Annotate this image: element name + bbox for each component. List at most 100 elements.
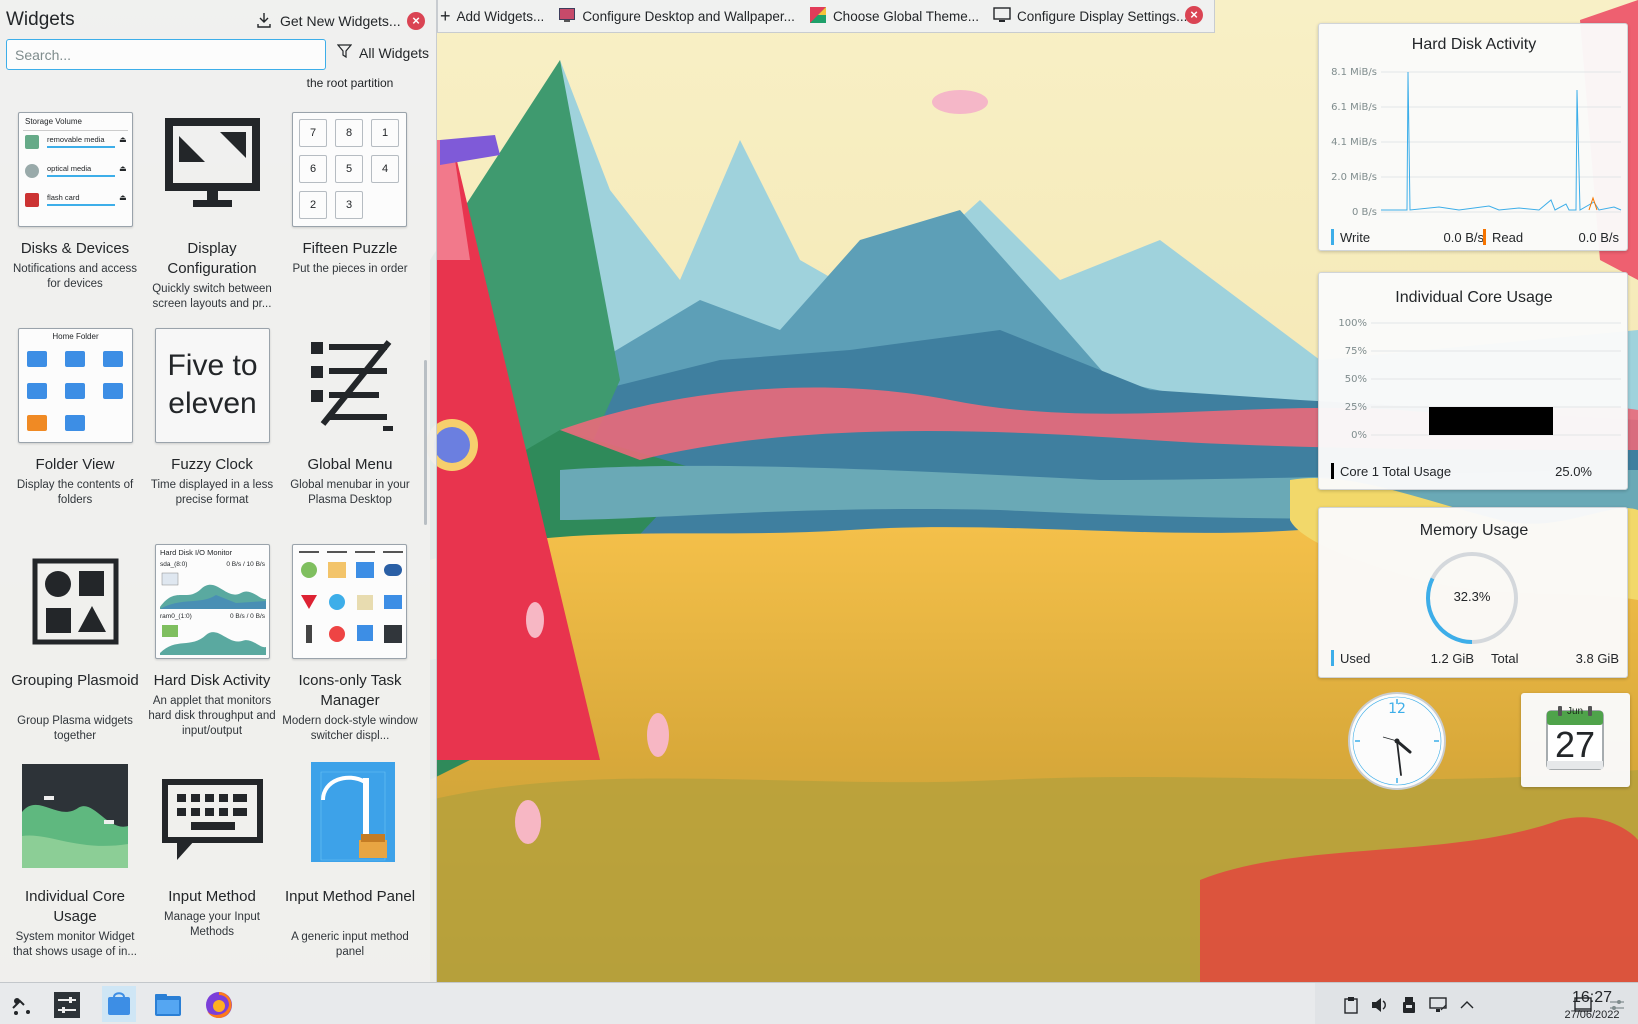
cut-off-description: the root partition: [306, 76, 394, 90]
widget-tile-icons-only-task-manager[interactable]: Icons-only Task Manager Modern dock-styl…: [281, 544, 419, 749]
widget-name: Disks & Devices: [20, 240, 130, 257]
core-usage-bar: [1429, 407, 1553, 435]
puzzle-tile: 6: [299, 155, 327, 183]
search-input[interactable]: [6, 39, 326, 70]
individual-core-usage-widget[interactable]: Individual Core Usage 100% 75% 50% 25% 0% Co…: [1318, 272, 1628, 490]
widget-name: Fuzzy Clock: [171, 456, 253, 473]
used-value: 1.2 GiB: [1430, 651, 1474, 666]
total-value: 3.8 GiB: [1575, 651, 1619, 666]
scrollbar-thumb[interactable]: [424, 360, 427, 525]
write-label: Write: [1340, 229, 1371, 245]
core-legend: Core 1 Total Usage: [1331, 463, 1451, 479]
widget-tile-fifteen-puzzle[interactable]: 781 654 23 Fifteen Puzzle Put the pieces i…: [281, 112, 419, 317]
widget-tile-folder-view[interactable]: Home Folder Folder View Display the cont…: [6, 328, 144, 533]
analog-clock-widget[interactable]: 12: [1347, 691, 1447, 791]
add-widgets-button[interactable]: + Add Widgets...: [440, 7, 544, 25]
storage-item-1: removable media: [47, 135, 105, 144]
clipboard-icon[interactable]: [1335, 989, 1367, 1021]
widget-tile-hard-disk-activity[interactable]: Hard Disk I/O Monitor sda_(8:0) 0 B/s / …: [143, 544, 281, 749]
widget-tile-fuzzy-clock[interactable]: Five to eleven Fuzzy Clock Time displaye…: [143, 328, 281, 533]
puzzle-tile: 3: [335, 191, 363, 219]
grouping-icon: [18, 544, 133, 659]
widget-desc: Quickly switch between screen layouts an…: [152, 283, 272, 310]
task-manager-thumbnail: [292, 544, 407, 659]
all-widgets-label: All Widgets: [359, 45, 430, 61]
fuzzy-text-2: eleven: [168, 387, 257, 420]
hdd-chart: 8.1 MiB/s 6.1 MiB/s 4.1 MiB/s 2.0 MiB/s 0 B/…: [1331, 67, 1622, 218]
folder-icon: [103, 383, 123, 399]
hdd-y-tick: 4.1 MiB/s: [1331, 137, 1377, 148]
desktop-edit-toolbar: + Add Widgets... Configure Desktop and W…: [437, 0, 1215, 33]
chevron-up-icon[interactable]: [1451, 989, 1483, 1021]
puzzle-tile: 1: [371, 119, 399, 147]
widget-tile-global-menu[interactable]: Global Menu Global menubar in your Plasm…: [281, 328, 419, 533]
clock-twelve: 12: [1388, 701, 1406, 717]
get-new-widgets-button[interactable]: Get New Widgets...: [256, 9, 401, 33]
hdd-y-tick: 8.1 MiB/s: [1331, 67, 1377, 78]
folder-icon: [65, 415, 85, 431]
configure-desktop-button[interactable]: Configure Desktop and Wallpaper...: [558, 7, 795, 26]
network-icon[interactable]: [1422, 989, 1454, 1021]
write-series-line: [1381, 71, 1622, 211]
fuzzy-text-1: Five to: [167, 349, 258, 382]
app-launcher-icon[interactable]: [5, 989, 37, 1021]
taskbar: 16:27 27/06/2022: [0, 982, 1638, 1024]
folder-icon: [65, 351, 85, 367]
memory-used-legend: Used: [1331, 650, 1370, 666]
widget-tile-grouping-plasmoid[interactable]: Grouping Plasmoid Group Plasma widgets t…: [6, 544, 144, 749]
widget-tile-individual-core-usage[interactable]: Individual Core Usage System monitor Wid…: [6, 760, 144, 965]
widget-name: Hard Disk Activity: [153, 672, 271, 689]
panel-configure-icon[interactable]: [1605, 989, 1629, 1021]
filter-icon: [336, 44, 353, 62]
widget-tile-display-configuration[interactable]: Display Configuration Quickly switch bet…: [143, 112, 281, 317]
close-explorer-icon[interactable]: ×: [407, 12, 425, 30]
add-widgets-label: Add Widgets...: [456, 8, 545, 24]
firefox-icon[interactable]: [203, 989, 235, 1021]
removable-media-icon: [25, 135, 39, 149]
storage-item-2: optical media: [47, 164, 92, 173]
calendar-month: Jun: [1566, 706, 1584, 717]
volume-icon[interactable]: [1364, 989, 1396, 1021]
file-manager-icon[interactable]: [152, 989, 184, 1021]
core-usage-thumbnail: [18, 762, 133, 877]
widget-desc: Time displayed in a less precise format: [150, 479, 274, 506]
widget-tile-disks-devices[interactable]: Storage Volume removable media optical m…: [6, 112, 144, 317]
configure-display-button[interactable]: Configure Display Settings...: [993, 6, 1187, 26]
hdd-y-tick: 2.0 MiB/s: [1331, 172, 1377, 183]
memory-usage-widget[interactable]: Memory Usage 32.3% Used 1.2 GiB Total 3.…: [1318, 507, 1628, 678]
widget-explorer-panel: Widgets Get New Widgets... × All Widgets…: [0, 0, 437, 982]
usb-device-icon[interactable]: [1393, 989, 1425, 1021]
folder-icon: [27, 415, 47, 431]
read-legend: Read: [1483, 229, 1523, 245]
hdd-y-tick: 6.1 MiB/s: [1331, 102, 1377, 113]
explorer-header: Widgets Get New Widgets... ×: [0, 0, 437, 40]
folder-view-thumbnail: Home Folder: [18, 328, 133, 443]
input-panel-icon: [293, 760, 408, 875]
theme-icon: [809, 6, 827, 27]
core-y-tick: 25%: [1345, 402, 1367, 413]
choose-global-theme-button[interactable]: Choose Global Theme...: [809, 6, 979, 27]
scrollbar-track[interactable]: [422, 78, 428, 978]
show-desktop-icon[interactable]: [1567, 989, 1599, 1021]
all-widgets-filter-button[interactable]: All Widgets: [336, 44, 430, 62]
widget-desc: Manage your Input Methods: [164, 911, 260, 938]
close-edit-mode-icon[interactable]: ×: [1185, 6, 1203, 24]
hdd-y-tick: 0 B/s: [1352, 207, 1377, 218]
widget-name: Folder View: [35, 456, 115, 473]
system-settings-icon[interactable]: [51, 989, 83, 1021]
widget-name: Grouping Plasmoid: [11, 672, 139, 689]
keyboard-icon: [155, 760, 270, 875]
display-icon: [993, 6, 1011, 26]
calendar-widget[interactable]: Jun 27: [1521, 693, 1630, 787]
widget-tile-input-method[interactable]: Input Method Manage your Input Methods: [143, 760, 281, 965]
widget-tile-input-method-panel[interactable]: Input Method Panel A generic input metho…: [281, 760, 419, 965]
core-legend-value: 25.0%: [1555, 464, 1592, 479]
hard-disk-activity-widget[interactable]: Hard Disk Activity 8.1 MiB/s 6.1 MiB/s 4.1…: [1318, 23, 1628, 251]
discover-icon[interactable]: [102, 986, 136, 1022]
monitor-icon: [155, 112, 270, 227]
widget-desc: Modern dock-style window switcher displ.…: [282, 715, 418, 742]
puzzle-tile: 8: [335, 119, 363, 147]
widget-desc: A generic input method panel: [291, 931, 409, 958]
widget-desc: System monitor Widget that shows usage o…: [12, 931, 138, 958]
flash-card-icon: [25, 193, 39, 207]
